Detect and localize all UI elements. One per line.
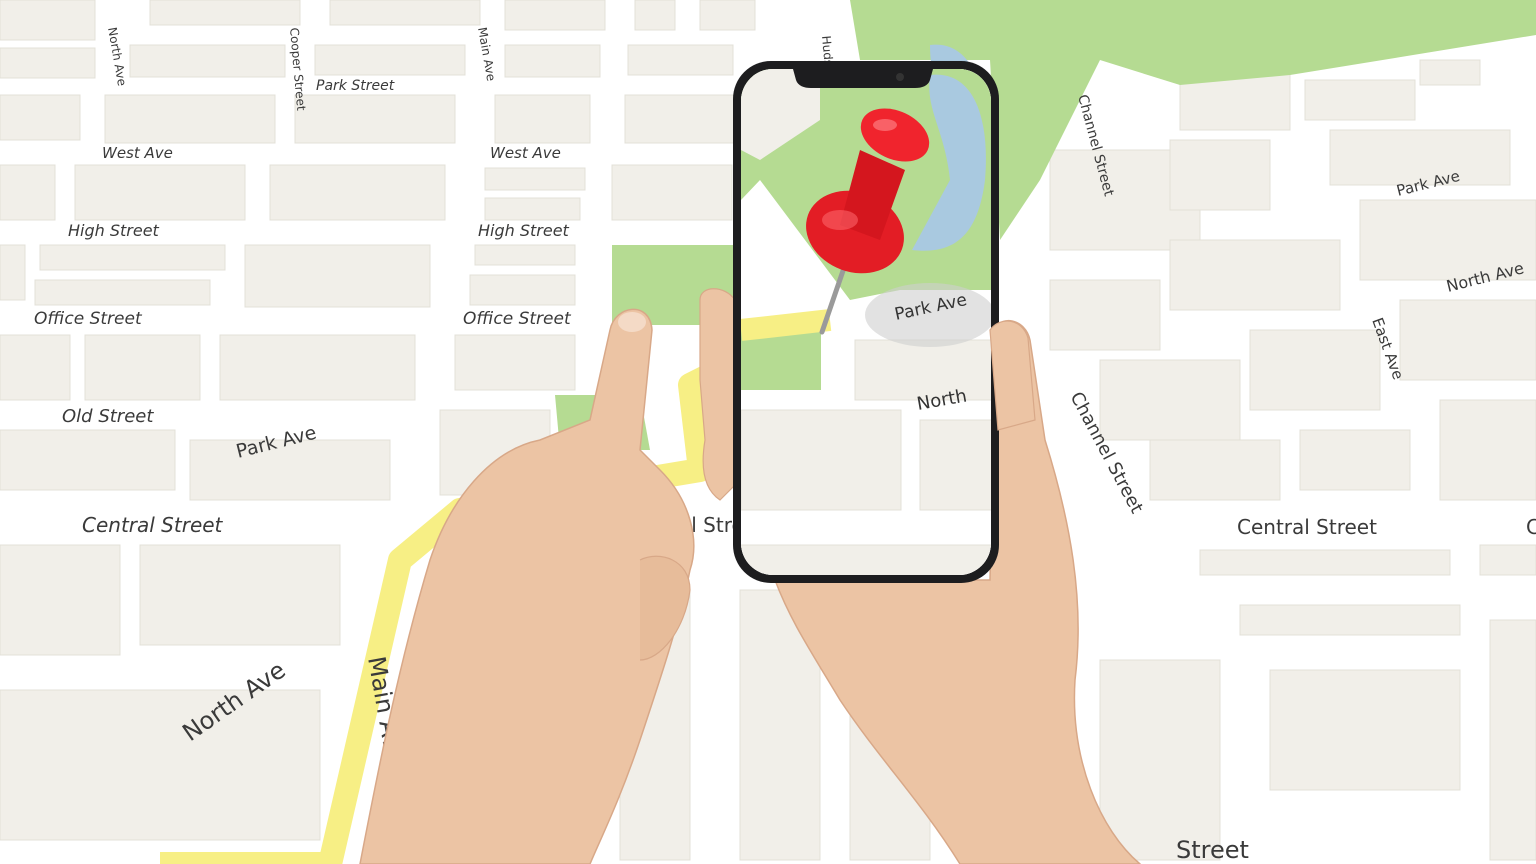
label-street-bottom-right: Street xyxy=(1176,836,1249,864)
label-c-fragment: C xyxy=(1526,515,1536,539)
label-west-ave-left: West Ave xyxy=(102,144,173,162)
label-high-street-left: High Street xyxy=(68,221,160,240)
label-high-street-mid: High Street xyxy=(478,221,570,240)
phone-map: Park Ave North xyxy=(741,69,991,575)
label-office-street-mid: Office Street xyxy=(463,309,572,329)
label-park-street: Park Street xyxy=(316,78,395,94)
map-canvas: North Ave Cooper Street Park Street Main… xyxy=(0,0,1536,864)
map-scene: North Ave Cooper Street Park Street Main… xyxy=(0,0,1536,864)
label-central-street-left: Central Street xyxy=(82,513,224,537)
label-west-ave-mid: West Ave xyxy=(490,144,561,162)
right-thumb xyxy=(989,320,1036,431)
label-office-street-left: Office Street xyxy=(34,309,143,329)
label-old-street: Old Street xyxy=(62,406,154,427)
label-central-street-right: Central Street xyxy=(1237,515,1377,539)
phone-notch xyxy=(793,69,933,88)
